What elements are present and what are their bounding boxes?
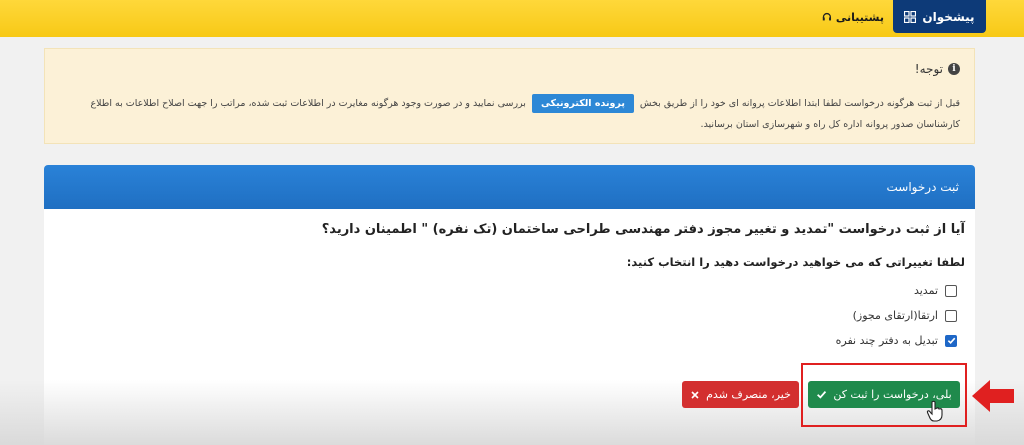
notice-text-line2: کارشناسان صدور پروانه اداره کل راه و شهر…: [700, 119, 960, 130]
option-label: تبدیل به دفتر چند نفره: [835, 334, 938, 347]
instruction-text: لطفا تغییراتی که می خواهید درخواست دهید …: [626, 255, 965, 269]
efile-button[interactable]: پرونده الکترونیکی: [531, 93, 634, 113]
top-navbar: پیشخوان پشتیبانی: [0, 0, 1024, 37]
option-label: ارتقا(ارتقای مجوز): [852, 309, 938, 322]
convert-multi-checkbox[interactable]: [945, 334, 957, 347]
headset-icon: [822, 13, 832, 21]
nav-dashboard-button[interactable]: پیشخوان: [893, 0, 986, 33]
hand-cursor-icon: [926, 400, 943, 422]
upgrade-checkbox[interactable]: [945, 309, 957, 322]
nav-dashboard-label: پیشخوان: [922, 9, 975, 24]
cancel-button[interactable]: خیر، منصرف شدم: [682, 381, 799, 408]
notice-title: i توجه!: [915, 62, 960, 76]
confirmation-question: آیا از ثبت درخواست "تمدید و تغییر مجوز د…: [321, 222, 965, 237]
info-icon: i: [948, 63, 960, 75]
notice-title-text: توجه!: [914, 62, 943, 76]
notice-box: i توجه! قبل از ثبت هرگونه درخواست لطفا ا…: [44, 48, 975, 144]
renewal-checkbox[interactable]: [945, 284, 957, 297]
option-convert-multi[interactable]: تبدیل به دفتر چند نفره: [836, 334, 957, 347]
option-label: تمدید: [913, 284, 938, 297]
close-icon: [691, 390, 699, 399]
notice-text-before: قبل از ثبت هرگونه درخواست لطفا ابتدا اطل…: [639, 97, 960, 109]
panel-header: ثبت درخواست: [44, 165, 975, 209]
checkmark-icon: [947, 337, 955, 345]
option-renewal[interactable]: تمدید: [914, 284, 957, 297]
nav-support-label: پشتیبانی: [835, 10, 884, 24]
arrow-left-icon: [972, 380, 1014, 412]
notice-text-line1: قبل از ثبت هرگونه درخواست لطفا ابتدا اطل…: [55, 93, 960, 113]
cancel-label: خیر، منصرف شدم: [706, 388, 791, 401]
nav-support-link[interactable]: پشتیبانی: [822, 8, 884, 26]
grid-icon: [904, 10, 917, 23]
option-upgrade[interactable]: ارتقا(ارتقای مجوز): [853, 309, 957, 322]
notice-text-after: بررسی نمایید و در صورت وجود هرگونه مغایر…: [90, 97, 526, 109]
